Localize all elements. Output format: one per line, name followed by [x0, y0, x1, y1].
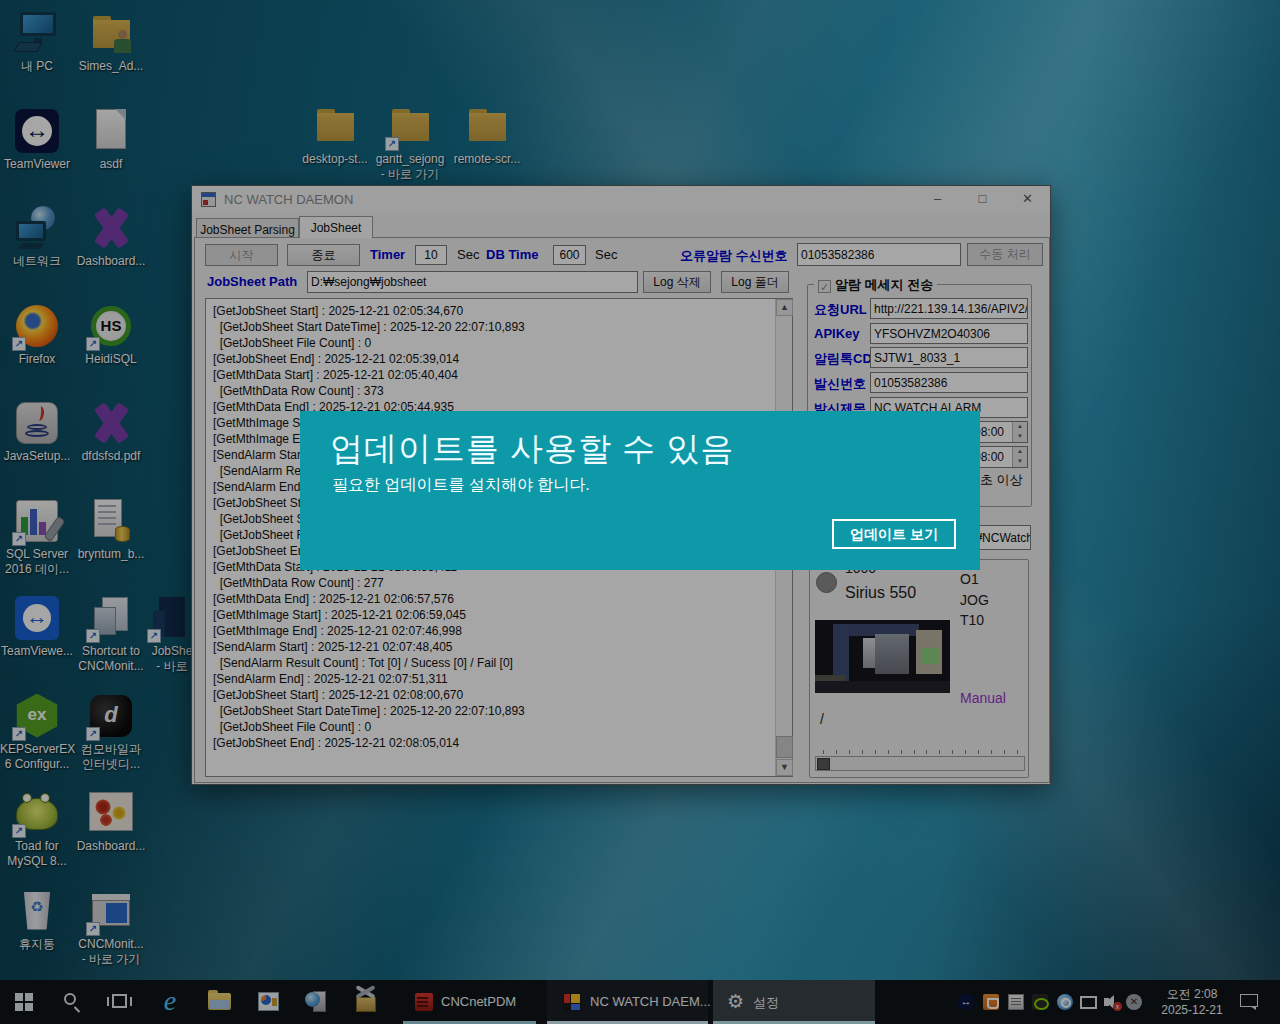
- view-update-button[interactable]: 업데이트 보기: [832, 519, 956, 549]
- update-dialog: 업데이트를 사용할 수 있음 필요한 업데이트를 설치해야 합니다. 업데이트 …: [300, 411, 980, 570]
- desktop-root: 내 PC↔TeamViewer네트워크↗FirefoxJavaSetup...↗…: [0, 0, 1280, 1024]
- update-dialog-title: 업데이트를 사용할 수 있음: [330, 427, 735, 472]
- update-dialog-subtitle: 필요한 업데이트를 설치해야 합니다.: [332, 475, 590, 496]
